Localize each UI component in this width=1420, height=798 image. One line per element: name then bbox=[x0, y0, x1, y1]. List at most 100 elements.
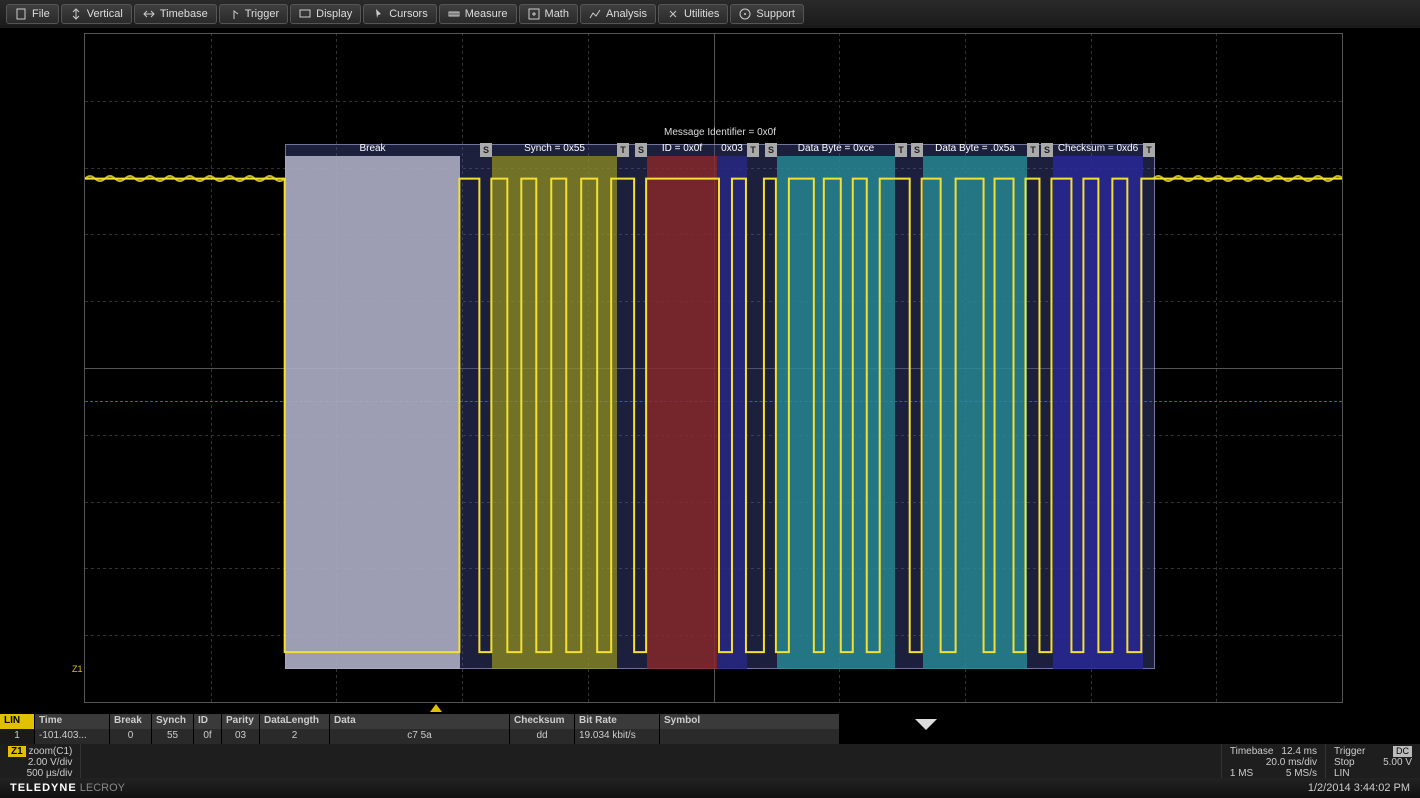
cell-synch: 55 bbox=[152, 729, 194, 744]
footer-datetime: 1/2/2014 3:44:02 PM bbox=[1308, 782, 1410, 794]
cell-idx: 1 bbox=[0, 729, 35, 744]
cell-symbol bbox=[660, 729, 840, 744]
field-checksum-label: Checksum = 0xd6 bbox=[1053, 143, 1143, 154]
field-id-label: ID = 0x0f bbox=[647, 143, 717, 154]
cell-checksum: dd bbox=[510, 729, 575, 744]
display-icon bbox=[299, 8, 311, 20]
col-id[interactable]: ID bbox=[194, 714, 222, 729]
file-icon bbox=[15, 8, 27, 20]
trigger-position-marker[interactable] bbox=[430, 704, 442, 712]
stop-bit: T bbox=[895, 143, 907, 157]
field-parity-label: 0x03 bbox=[715, 143, 749, 154]
menu-timebase[interactable]: Timebase bbox=[134, 4, 217, 24]
decode-table: LIN Time Break Synch ID Parity DataLengt… bbox=[0, 714, 937, 744]
menu-display[interactable]: Display bbox=[290, 4, 361, 24]
footer: TELEDYNE LECROY 1/2/2014 3:44:02 PM bbox=[0, 778, 1420, 798]
cell-data: c7 5a bbox=[330, 729, 510, 744]
menu-vertical[interactable]: Vertical bbox=[61, 4, 132, 24]
menu-trigger[interactable]: Trigger bbox=[219, 4, 288, 24]
timebase-icon bbox=[143, 8, 155, 20]
menu-label: Math bbox=[545, 8, 569, 20]
menu-label: Trigger bbox=[245, 8, 279, 20]
stop-bit: T bbox=[1143, 143, 1155, 157]
menu-math[interactable]: Math bbox=[519, 4, 578, 24]
menu-label: Support bbox=[756, 8, 795, 20]
timebase-pos: 12.4 ms bbox=[1281, 746, 1317, 757]
start-bit: S bbox=[635, 143, 647, 157]
start-bit: S bbox=[1041, 143, 1053, 157]
field-id bbox=[647, 156, 717, 669]
z1-axis-marker: Z1 bbox=[72, 664, 83, 674]
col-break[interactable]: Break bbox=[110, 714, 152, 729]
decode-message-header: Message Identifier = 0x0f bbox=[285, 127, 1155, 138]
menu-file[interactable]: File bbox=[6, 4, 59, 24]
field-synch bbox=[492, 156, 617, 669]
trigger-title: Trigger bbox=[1334, 746, 1365, 757]
analysis-icon bbox=[589, 8, 601, 20]
zoom-name: zoom(C1) bbox=[28, 746, 72, 757]
col-checksum[interactable]: Checksum bbox=[510, 714, 575, 729]
channel-vdiv: 2.00 V/div bbox=[8, 757, 72, 768]
field-parity bbox=[717, 156, 747, 669]
cell-break: 0 bbox=[110, 729, 152, 744]
channel-info[interactable]: Z1 zoom(C1) 2.00 V/div 500 µs/div bbox=[0, 744, 81, 778]
trigger-icon bbox=[228, 8, 240, 20]
menu-support[interactable]: Support bbox=[730, 4, 804, 24]
cell-bitrate: 19.034 kbit/s bbox=[575, 729, 660, 744]
menu-utilities[interactable]: Utilities bbox=[658, 4, 728, 24]
status-bar: Z1 zoom(C1) 2.00 V/div 500 µs/div Timeba… bbox=[0, 744, 1420, 778]
stop-bit: T bbox=[617, 143, 629, 157]
menu-cursors[interactable]: Cursors bbox=[363, 4, 437, 24]
cell-parity: 03 bbox=[222, 729, 260, 744]
col-symbol[interactable]: Symbol bbox=[660, 714, 840, 729]
field-checksum bbox=[1053, 156, 1143, 669]
trigger-mode: Stop bbox=[1334, 757, 1355, 768]
cursors-icon bbox=[372, 8, 384, 20]
brand-logo: TELEDYNE LECROY bbox=[10, 782, 125, 794]
col-time[interactable]: Time bbox=[35, 714, 110, 729]
menu-analysis[interactable]: Analysis bbox=[580, 4, 656, 24]
measure-icon bbox=[448, 8, 460, 20]
field-data1-label: Data Byte = 0xce bbox=[777, 143, 895, 154]
timebase-info[interactable]: Timebase12.4 ms 20.0 ms/div 1 MS5 MS/s bbox=[1221, 744, 1325, 778]
menu-label: Display bbox=[316, 8, 352, 20]
table-row[interactable]: 1 -101.403... 0 55 0f 03 2 c7 5a dd 19.0… bbox=[0, 729, 937, 744]
trigger-info[interactable]: TriggerDC Stop5.00 V LIN bbox=[1325, 744, 1420, 778]
z1-chip: Z1 bbox=[8, 746, 26, 757]
menu-label: Measure bbox=[465, 8, 508, 20]
decode-overlay: Message Identifier = 0x0f Break S Synch … bbox=[285, 144, 1155, 669]
trigger-coupling: DC bbox=[1393, 746, 1412, 757]
start-bit: S bbox=[911, 143, 923, 157]
col-synch[interactable]: Synch bbox=[152, 714, 194, 729]
field-break-label: Break bbox=[285, 143, 460, 154]
stop-bit: T bbox=[1027, 143, 1039, 157]
field-data2 bbox=[923, 156, 1027, 669]
timebase-tdiv: 20.0 ms/div bbox=[1230, 757, 1317, 768]
field-data2-label: Data Byte = .0x5a bbox=[923, 143, 1027, 154]
math-icon bbox=[528, 8, 540, 20]
menu-label: Vertical bbox=[87, 8, 123, 20]
timebase-title: Timebase bbox=[1230, 746, 1274, 757]
col-lin: LIN bbox=[0, 714, 35, 729]
col-datalen[interactable]: DataLength bbox=[260, 714, 330, 729]
start-bit: S bbox=[480, 143, 492, 157]
menu-measure[interactable]: Measure bbox=[439, 4, 517, 24]
start-bit: S bbox=[765, 143, 777, 157]
col-parity[interactable]: Parity bbox=[222, 714, 260, 729]
col-bitrate[interactable]: Bit Rate bbox=[575, 714, 660, 729]
menu-label: Timebase bbox=[160, 8, 208, 20]
trigger-level: 5.00 V bbox=[1383, 757, 1412, 768]
col-data[interactable]: Data bbox=[330, 714, 510, 729]
menu-label: Utilities bbox=[684, 8, 719, 20]
menubar: File Vertical Timebase Trigger Display C… bbox=[0, 0, 1420, 29]
table-dropdown-icon[interactable] bbox=[915, 719, 937, 730]
support-icon bbox=[739, 8, 751, 20]
menu-label: File bbox=[32, 8, 50, 20]
waveform-grid[interactable]: Message Identifier = 0x0f Break S Synch … bbox=[84, 33, 1343, 703]
cell-id: 0f bbox=[194, 729, 222, 744]
menu-label: Analysis bbox=[606, 8, 647, 20]
vertical-icon bbox=[70, 8, 82, 20]
field-synch-label: Synch = 0x55 bbox=[492, 143, 617, 154]
cell-time: -101.403... bbox=[35, 729, 110, 744]
stop-bit: T bbox=[747, 143, 759, 157]
